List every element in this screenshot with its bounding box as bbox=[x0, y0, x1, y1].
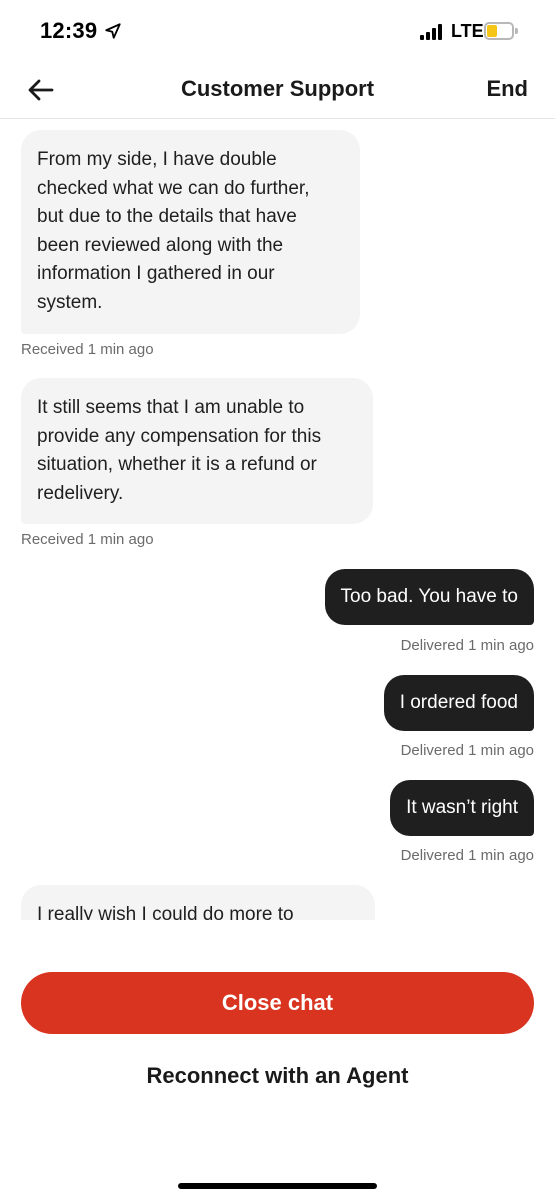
status-time: 12:39 bbox=[40, 18, 98, 43]
outgoing-message-bubble: It wasn’t right bbox=[390, 780, 534, 836]
page-title: Customer Support bbox=[180, 76, 375, 101]
network-label: LTE bbox=[451, 21, 484, 41]
outgoing-message-bubble: I ordered food bbox=[383, 675, 534, 731]
arrow-left-icon bbox=[28, 79, 54, 101]
message-status: Received 1 min ago bbox=[21, 341, 154, 358]
incoming-message-bubble: I really wish I could do more to bbox=[21, 885, 375, 920]
outgoing-message-bubble: Too bad. You have to bbox=[324, 569, 534, 625]
message-line: system. bbox=[37, 291, 103, 313]
reconnect-agent-button[interactable]: Reconnect with an Agent bbox=[0, 1063, 555, 1089]
incoming-message-bubble: From my side, I have double checked what… bbox=[21, 130, 360, 334]
message-line: but due to the details that have bbox=[37, 206, 297, 228]
message-line: information I gathered in our bbox=[37, 263, 275, 285]
message-status: Delivered 1 min ago bbox=[400, 742, 534, 759]
incoming-message-bubble: It still seems that I am unable to provi… bbox=[21, 378, 373, 525]
message-line: situation, whether it is a refund or bbox=[37, 454, 317, 476]
message-line: provide any compensation for this bbox=[37, 425, 322, 447]
message-status: Delivered 1 min ago bbox=[400, 637, 534, 654]
message-status: Received 1 min ago bbox=[21, 531, 154, 548]
home-indicator[interactable] bbox=[178, 1183, 377, 1189]
battery-level-fill bbox=[487, 25, 497, 37]
location-arrow-icon bbox=[105, 23, 121, 39]
signal-bars-icon bbox=[420, 24, 442, 40]
message-line: It still seems that I am unable to bbox=[37, 397, 305, 418]
message-line: redelivery. bbox=[37, 482, 124, 504]
message-list[interactable]: From my side, I have double checked what… bbox=[0, 120, 555, 920]
status-bar: 12:39 LTE bbox=[0, 0, 555, 62]
message-line: checked what we can do further, bbox=[37, 177, 310, 199]
nav-bar: Customer Support End bbox=[0, 62, 555, 119]
message-line: been reviewed along with the bbox=[37, 234, 284, 256]
battery-icon bbox=[484, 22, 518, 40]
close-chat-button[interactable]: Close chat bbox=[21, 972, 534, 1034]
message-line: From my side, I have double bbox=[37, 149, 277, 170]
message-line: I really wish I could do more to bbox=[37, 904, 294, 920]
message-status: Delivered 1 min ago bbox=[400, 847, 534, 864]
back-button[interactable] bbox=[26, 76, 56, 104]
end-chat-button[interactable]: End bbox=[486, 76, 528, 102]
